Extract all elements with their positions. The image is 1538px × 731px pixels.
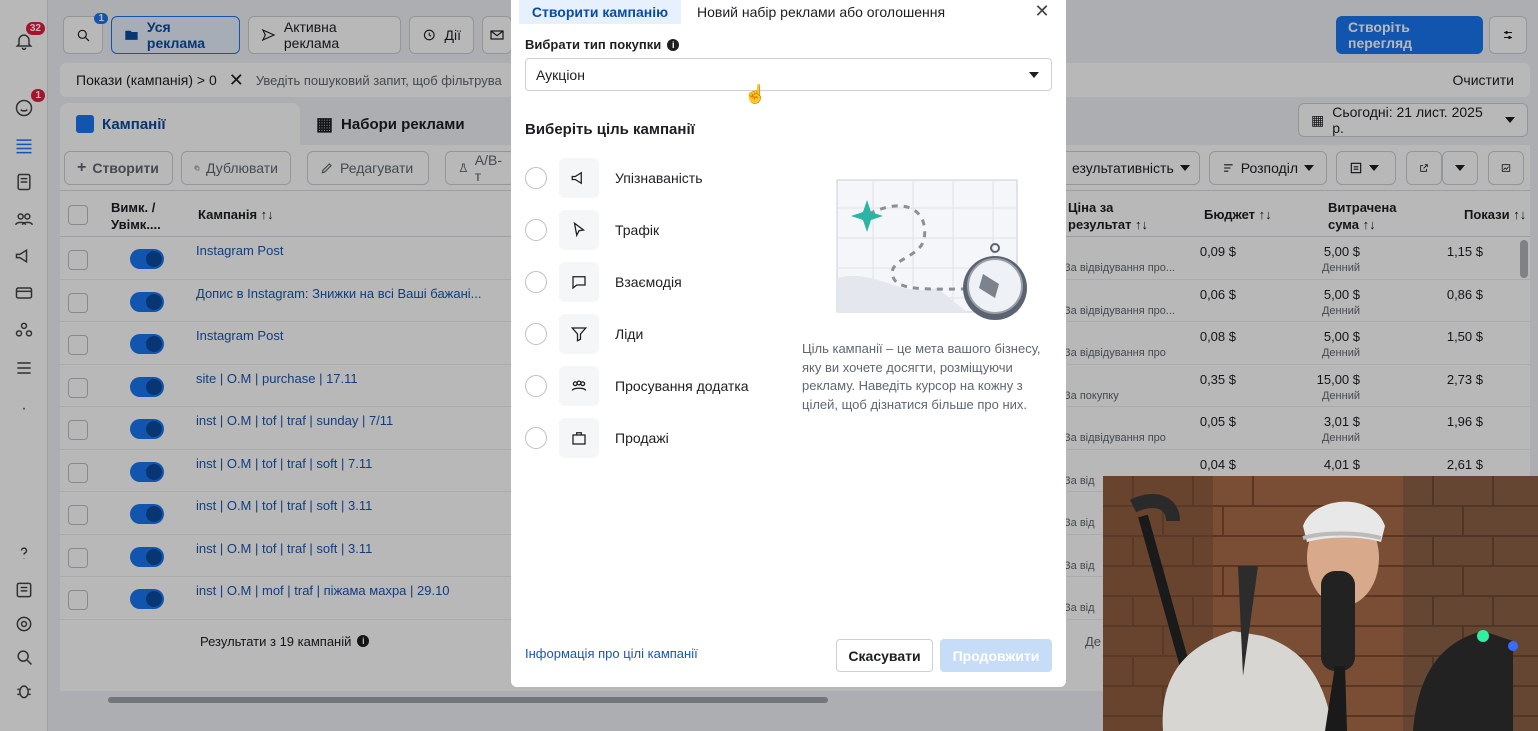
create-campaign-dialog: Створити кампанію Новий набір реклами аб…: [511, 0, 1066, 687]
funnel-icon: [559, 314, 599, 354]
awareness-radio[interactable]: [525, 167, 547, 189]
chat-bubble-icon: [559, 262, 599, 302]
leads-label: Ліди: [615, 326, 644, 342]
goal-option-awareness[interactable]: Упізнаваність: [525, 158, 785, 198]
campaign-goals-info-link[interactable]: Інформація про цілі кампанії: [525, 646, 698, 661]
traffic-label: Трафік: [615, 222, 660, 238]
goal-option-traffic[interactable]: Трафік: [525, 210, 785, 250]
continue-button[interactable]: Продовжити: [940, 639, 1052, 672]
goal-description: Ціль кампанії – це мета вашого бізнесу, …: [802, 341, 1041, 412]
megaphone-icon: [559, 158, 599, 198]
sales-label: Продажі: [615, 430, 669, 446]
awareness-label: Упізнаваність: [615, 170, 703, 186]
pointer-cursor-icon: [559, 210, 599, 250]
people-group-icon: [559, 366, 599, 406]
engagement-label: Взаємодія: [615, 274, 682, 290]
buy-type-info-icon[interactable]: i: [667, 38, 680, 51]
tab-new-adset-or-ad[interactable]: Новий набір реклами або оголошення: [697, 0, 945, 24]
leads-radio[interactable]: [525, 323, 547, 345]
close-icon[interactable]: ✕: [1031, 0, 1053, 22]
app-promotion-label: Просування додатка: [615, 378, 749, 394]
chevron-down-icon: [1029, 71, 1039, 78]
hand-cursor-icon: ☝: [744, 84, 767, 104]
goal-heading: Виберіть ціль кампанії: [525, 121, 695, 138]
traffic-radio[interactable]: [525, 219, 547, 241]
buy-type-label: Вибрати тип покупки i: [525, 37, 680, 52]
buy-type-select[interactable]: Аукціон: [525, 58, 1052, 91]
goal-option-app-promotion[interactable]: Просування додатка: [525, 366, 785, 406]
map-compass-illustration: [836, 179, 1027, 320]
cancel-button[interactable]: Скасувати: [836, 639, 933, 672]
app-promotion-radio[interactable]: [525, 375, 547, 397]
webcam-overlay-image: [1103, 476, 1538, 731]
goal-option-engagement[interactable]: Взаємодія: [525, 262, 785, 302]
shopping-bag-icon: [559, 418, 599, 458]
engagement-radio[interactable]: [525, 271, 547, 293]
buy-type-label-text: Вибрати тип покупки: [525, 37, 662, 52]
sales-radio[interactable]: [525, 427, 547, 449]
goal-option-leads[interactable]: Ліди: [525, 314, 785, 354]
buy-type-value: Аукціон: [536, 66, 585, 83]
tab-create-campaign[interactable]: Створити кампанію: [519, 0, 681, 24]
ads-manager-app: 32 1 · 1 Уся реклама Активна реклама Дії…: [0, 0, 1538, 731]
goal-option-sales[interactable]: Продажі: [525, 418, 785, 458]
